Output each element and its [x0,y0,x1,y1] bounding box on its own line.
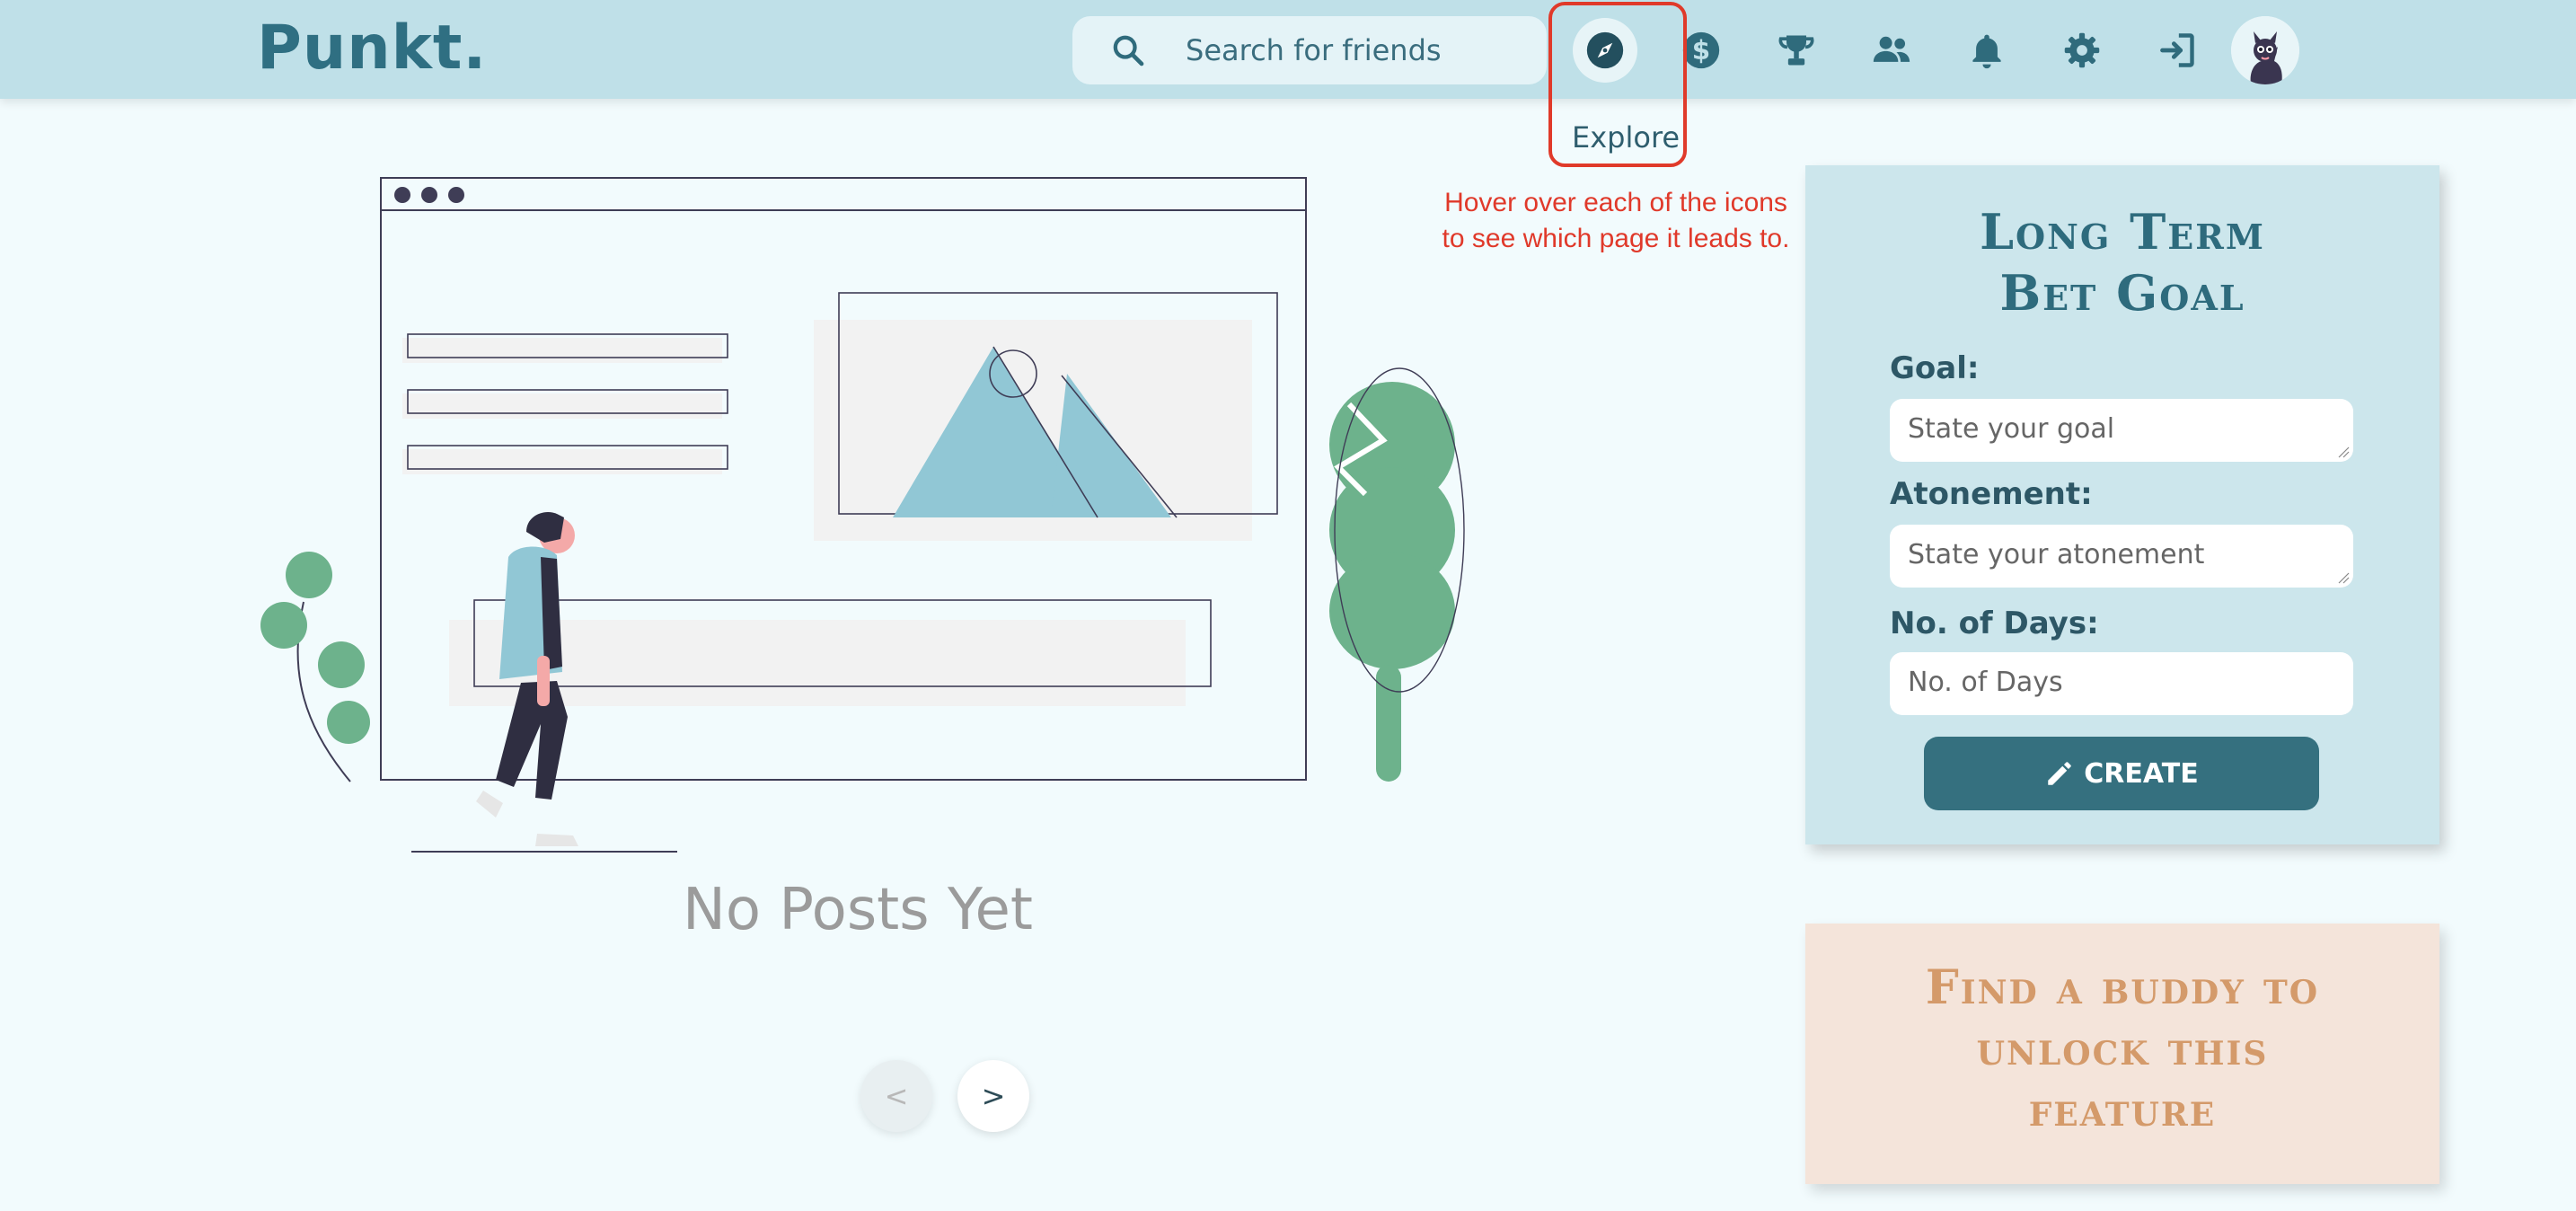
search-input[interactable]: Search for friends [1186,33,1442,67]
nav-settings[interactable] [2050,18,2114,83]
search-icon [1113,35,1144,66]
sign-out-icon [2160,33,2194,67]
user-avatar[interactable] [2231,16,2299,84]
goal-card-title-line2: Bet Goal [1999,264,2245,322]
dollar-circle-icon: $ [1682,31,1720,69]
svg-text:$: $ [1692,35,1710,66]
bell-icon [1972,34,2001,69]
resize-grip-icon [2338,572,2350,584]
explore-tooltip-label: Explore [1572,120,1681,155]
friend-search-bar[interactable]: Search for friends [1072,16,1547,84]
atonement-label: Atonement: [1890,476,2093,512]
gear-icon [2064,32,2100,68]
atonement-field[interactable]: State your atonement [1890,525,2353,588]
days-placeholder: No. of Days [1908,667,2063,698]
create-button-label: CREATE [2084,757,2199,790]
no-posts-message: No Posts Yet [682,877,1034,943]
buddy-message-line1: Find a buddy to [1925,960,2320,1015]
buddy-message-line2: unlock this [1976,1021,2269,1076]
goal-label: Goal: [1890,350,1980,386]
goal-card-title: Long Term Bet Goal [1805,201,2439,323]
top-nav-bar: Punkt. Search for friends $ [0,0,2576,99]
buddy-message-line3: feature [2028,1083,2217,1137]
pencil-icon [2048,762,2071,785]
cat-avatar-icon [2231,16,2299,84]
goal-field[interactable]: State your goal [1890,399,2353,462]
nav-logout[interactable] [2145,18,2210,83]
app-logo[interactable]: Punkt. [257,13,487,84]
nav-trophy[interactable] [1764,18,1829,83]
create-goal-button[interactable]: CREATE [1924,737,2319,810]
days-label: No. of Days: [1890,606,2099,641]
trophy-icon [1778,35,1814,66]
goal-placeholder: State your goal [1908,413,2115,445]
locked-buddy-feature-card: Find a buddy to unlock this feature [1805,924,2439,1184]
days-field[interactable]: No. of Days [1890,652,2353,715]
long-term-bet-goal-card: Long Term Bet Goal Goal: State your goal… [1805,165,2439,844]
nav-notifications[interactable] [1954,18,2019,83]
goal-card-title-line1: Long Term [1980,203,2265,261]
nav-friends[interactable] [1859,18,1924,83]
atonement-placeholder: State your atonement [1908,539,2205,570]
hover-hint-annotation: Hover over each of the icons to see whic… [1442,188,1790,253]
buddy-locked-message: Find a buddy to unlock this feature [1805,958,2439,1141]
prev-page-button[interactable]: < [860,1060,932,1132]
resize-grip-icon [2338,446,2350,458]
empty-posts-illustration [260,177,1465,853]
users-icon [1873,36,1910,62]
next-page-button[interactable]: > [957,1060,1029,1132]
